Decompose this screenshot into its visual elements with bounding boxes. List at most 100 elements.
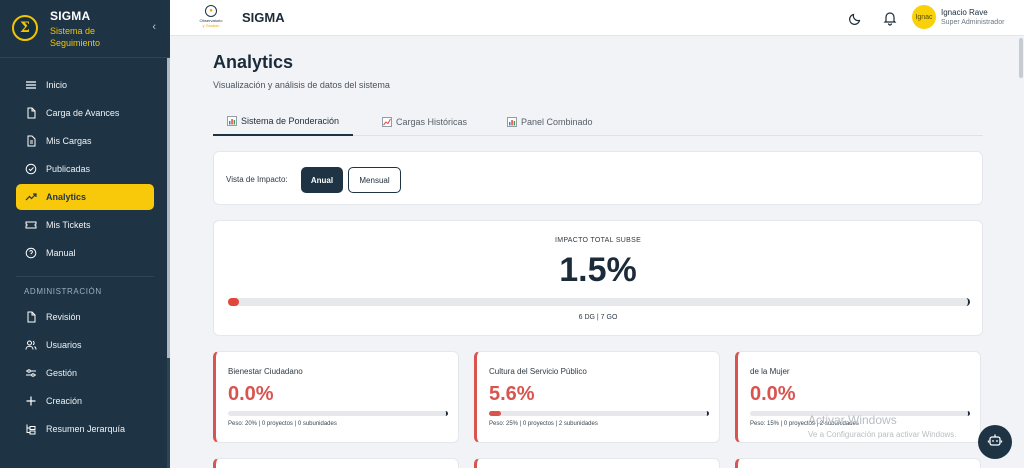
main-scrollbar[interactable] — [1017, 36, 1024, 468]
sidebar-item-label: Mis Tickets — [46, 220, 91, 230]
sidebar-item-label: Manual — [46, 248, 76, 258]
subunit-value: 0.0% — [228, 383, 274, 405]
subunit-name: Bienestar Ciudadano — [228, 367, 303, 376]
subunit-value: 0.0% — [750, 383, 796, 405]
sidebar-item-label: Inicio — [46, 80, 68, 90]
subunit-meta: Peso: 25% | 0 proyectos | 2 subunidades — [489, 421, 598, 427]
subunit-card-peek[interactable] — [213, 458, 459, 468]
user-name: Ignacio Rave — [941, 8, 988, 17]
avatar: Ignac — [912, 5, 936, 29]
line-chart-icon — [382, 117, 392, 127]
sidebar-item-label: Revisión — [46, 312, 81, 322]
plus-icon — [24, 394, 38, 408]
sidebar-item-label: Gestión — [46, 368, 78, 378]
tab-panel-combinado[interactable]: Panel Combinado — [493, 108, 607, 136]
sidebar-item-usuarios[interactable]: Usuarios — [16, 332, 154, 358]
sigma-logo: Σ — [12, 15, 38, 41]
sidebar-item-publicadas[interactable]: Publicadas — [16, 156, 154, 182]
help-circle-icon — [24, 246, 38, 260]
user-role: Super Administrador — [941, 19, 1005, 26]
sidebar-item-label: Publicadas — [46, 164, 91, 174]
subunit-card-peek[interactable] — [474, 458, 720, 468]
sliders-icon — [24, 366, 38, 380]
sigma-logo-glyph: Σ — [20, 20, 30, 36]
users-icon — [24, 338, 38, 352]
tab-sistema-de-ponderacion[interactable]: Sistema de Ponderación — [213, 108, 354, 136]
impact-progress-fill — [228, 298, 240, 306]
sidebar-item-mis-tickets[interactable]: Mis Tickets — [16, 212, 154, 238]
subunit-progress-bar — [228, 411, 448, 416]
bar-chart-icon — [507, 117, 517, 127]
subunit-card[interactable]: Cultura del Servicio Público 5.6% Peso: … — [474, 351, 720, 443]
brand-title: SIGMA — [50, 9, 91, 23]
bar-chart-icon — [227, 116, 237, 126]
annual-button[interactable]: Anual — [301, 167, 343, 193]
file-text-icon — [24, 134, 38, 148]
file-icon — [24, 310, 38, 324]
tab-cargas-historicas[interactable]: Cargas Históricas — [368, 108, 481, 136]
subunit-name: de la Mujer — [750, 367, 790, 376]
brand-subtitle: Sistema de Seguimiento — [50, 26, 101, 48]
sidebar-item-creacion[interactable]: Creación — [16, 388, 154, 414]
sidebar: Σ SIGMA Sistema de Seguimiento ‹ Inicio … — [0, 0, 170, 468]
sidebar-item-label: Resumen Jerarquía — [46, 424, 126, 434]
moon-icon[interactable] — [848, 10, 864, 26]
sidebar-item-carga-de-avances[interactable]: Carga de Avances — [16, 100, 154, 126]
sidebar-item-label: Mis Cargas — [46, 136, 92, 146]
sidebar-item-label: Carga de Avances — [46, 108, 120, 118]
hierarchy-icon — [24, 422, 38, 436]
collapse-sidebar-icon[interactable]: ‹ — [152, 21, 156, 33]
tab-label: Cargas Históricas — [396, 117, 468, 127]
sidebar-item-label: Analytics — [46, 192, 87, 202]
file-icon — [24, 106, 38, 120]
impact-label: IMPACTO TOTAL SUBSE — [554, 237, 642, 244]
sidebar-divider — [16, 276, 154, 277]
subunit-card[interactable]: Bienestar Ciudadano 0.0% Peso: 20% | 0 p… — [213, 351, 459, 443]
app-title: SIGMA — [242, 10, 285, 25]
trending-up-icon — [24, 190, 38, 204]
page-title: Analytics — [213, 52, 294, 72]
watermark-line-1: Activar Windows — [808, 413, 897, 427]
sidebar-scrollbar[interactable] — [167, 58, 170, 468]
chatbot-button[interactable] — [978, 425, 1012, 459]
impact-total-card: IMPACTO TOTAL SUBSE 1.5% 6 DG | 7 GO — [213, 220, 983, 336]
view-selector-card: Vista de Impacto: Anual Mensual — [213, 151, 983, 205]
subunit-name: Cultura del Servicio Público — [489, 367, 587, 376]
user-menu[interactable]: Ignac Ignacio Rave Super Administrador — [912, 5, 1004, 29]
impact-progress-bar — [228, 298, 970, 306]
view-label: Vista de Impacto: — [226, 175, 288, 184]
analytics-tabs: Sistema de Ponderación Cargas Históricas… — [213, 108, 983, 136]
sidebar-item-analytics[interactable]: Analytics — [16, 184, 154, 210]
windows-activation-watermark: Activar Windows Ve a Configuración para … — [808, 413, 957, 439]
subunit-card-peek[interactable] — [735, 458, 981, 468]
observatorio-logo: ● Observatorio y Gestión — [198, 5, 224, 31]
subunit-progress-fill — [489, 411, 502, 416]
robot-icon — [987, 432, 1003, 453]
sidebar-item-inicio[interactable]: Inicio — [16, 72, 154, 98]
impact-value: 1.5% — [559, 251, 637, 289]
sidebar-item-resumen-jerarquia[interactable]: Resumen Jerarquía — [16, 416, 154, 442]
sidebar-item-label: Usuarios — [46, 340, 82, 350]
sidebar-item-gestion[interactable]: Gestión — [16, 360, 154, 386]
sidebar-nav: Inicio Carga de Avances Mis Cargas Publi… — [0, 58, 170, 442]
brand: Σ SIGMA Sistema de Seguimiento ‹ — [0, 0, 170, 58]
menu-icon — [24, 78, 38, 92]
ticket-icon — [24, 218, 38, 232]
page-subtitle: Visualización y análisis de datos del si… — [213, 80, 390, 90]
sidebar-section-admin: ADMINISTRACIÓN — [24, 287, 102, 296]
sidebar-item-mis-cargas[interactable]: Mis Cargas — [16, 128, 154, 154]
sidebar-item-label: Creación — [46, 396, 83, 406]
impact-detail: 6 DG | 7 GO — [578, 314, 618, 321]
logo-text-2: y Gestión — [202, 23, 220, 28]
watermark-line-2: Ve a Configuración para activar Windows. — [808, 430, 957, 439]
bell-icon[interactable] — [882, 10, 898, 26]
sidebar-item-manual[interactable]: Manual — [16, 240, 154, 266]
subunit-progress-bar — [489, 411, 709, 416]
check-circle-icon — [24, 162, 38, 176]
tab-label: Panel Combinado — [521, 117, 593, 127]
subunit-meta: Peso: 20% | 0 proyectos | 0 subunidades — [228, 421, 337, 427]
sidebar-item-revision[interactable]: Revisión — [16, 304, 154, 330]
subunit-value: 5.6% — [489, 383, 535, 405]
topbar: ● Observatorio y Gestión SIGMA Ignac Ign… — [170, 0, 1024, 36]
monthly-button[interactable]: Mensual — [348, 167, 401, 193]
